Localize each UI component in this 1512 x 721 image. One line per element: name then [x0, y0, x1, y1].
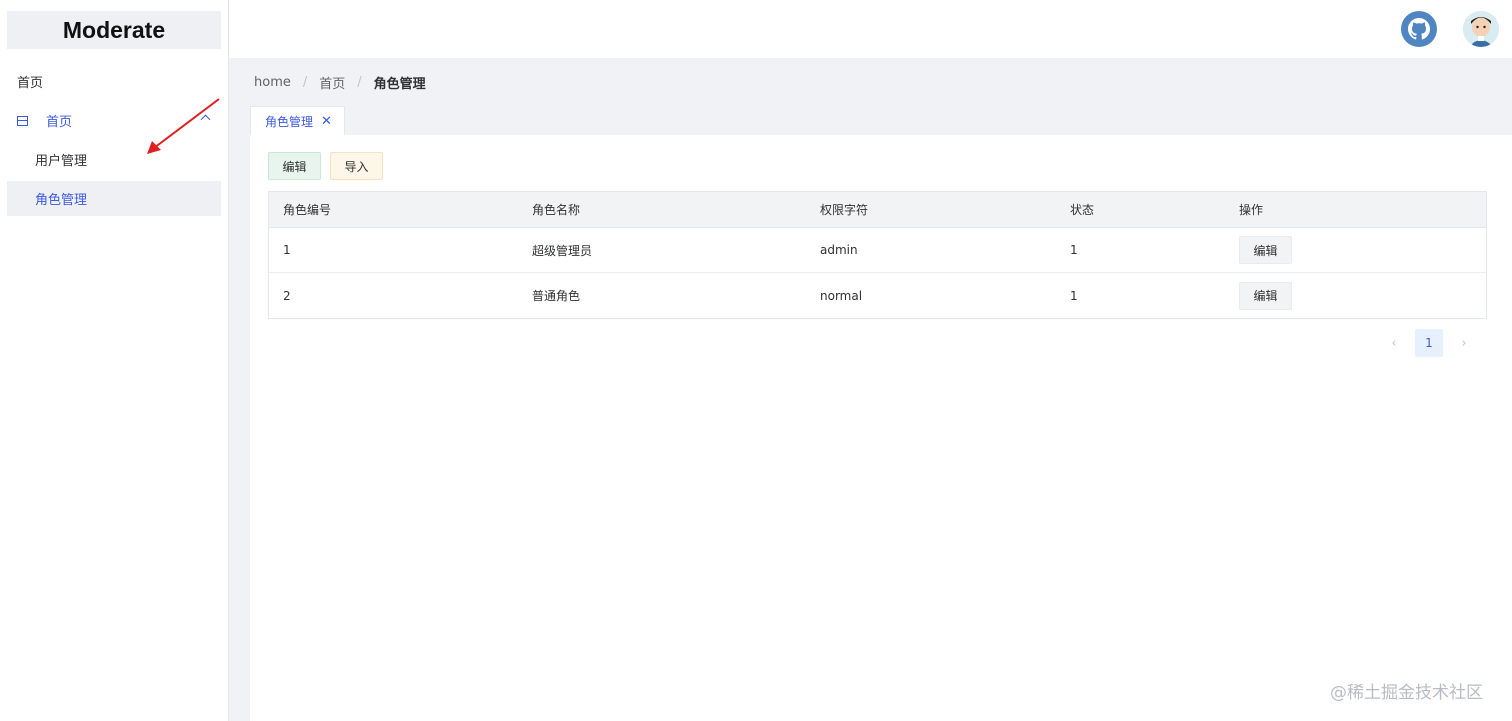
- breadcrumb-item-home[interactable]: home: [254, 75, 291, 90]
- cell-role-key: admin: [820, 243, 858, 257]
- breadcrumb-item-current: 角色管理: [373, 77, 426, 92]
- sidebar-item-label: 用户管理: [35, 154, 88, 169]
- column-header: 权限字符: [820, 203, 869, 217]
- edit-button[interactable]: 编辑: [268, 152, 321, 180]
- row-edit-button[interactable]: 编辑: [1239, 236, 1292, 264]
- tab-role-management[interactable]: 角色管理 ✕: [250, 106, 345, 135]
- sidebar-item-role-management[interactable]: 角色管理: [7, 181, 221, 216]
- breadcrumb-separator: /: [357, 75, 362, 90]
- close-icon[interactable]: ✕: [321, 114, 332, 129]
- column-header: 操作: [1239, 203, 1264, 217]
- sidebar-item-home[interactable]: 首页: [7, 64, 221, 99]
- column-header: 状态: [1070, 203, 1095, 217]
- top-header: [229, 0, 1512, 58]
- pagination: ‹ 1 ›: [1380, 329, 1478, 357]
- app: Moderate 首页 首页 用户管理 角色管理 home / 首页 / 角色管…: [0, 0, 1512, 721]
- main-content: home / 首页 / 角色管理 角色管理 ✕ 编辑 导入 角色编号 角色名称 …: [229, 58, 1512, 721]
- sidebar-item-label: 角色管理: [35, 193, 88, 208]
- cell-role-id: 2: [283, 288, 291, 303]
- breadcrumb: home / 首页 / 角色管理: [254, 73, 426, 92]
- table-row: 2 普通角色 normal 1 编辑: [269, 273, 1486, 318]
- cell-role-name: 超级管理员: [532, 243, 593, 258]
- column-header: 角色名称: [532, 203, 581, 217]
- cell-role-key: normal: [820, 288, 863, 303]
- row-edit-button[interactable]: 编辑: [1239, 281, 1292, 310]
- cell-role-id: 1: [283, 243, 291, 257]
- cell-role-name: 普通角色: [532, 289, 581, 303]
- next-page-icon[interactable]: ›: [1450, 329, 1478, 357]
- github-icon[interactable]: [1401, 11, 1437, 47]
- breadcrumb-separator: /: [302, 75, 308, 90]
- table-header: 角色编号 角色名称 权限字符 状态 操作: [269, 192, 1486, 228]
- sidebar-group-label: 首页: [46, 115, 73, 130]
- sidebar-item-label: 首页: [17, 76, 44, 91]
- menu-icon: [17, 115, 28, 126]
- avatar[interactable]: [1463, 11, 1499, 47]
- cell-role-status: 1: [1070, 288, 1078, 303]
- table-row: 1 超级管理员 admin 1 编辑: [269, 228, 1486, 273]
- breadcrumb-item-index[interactable]: 首页: [319, 73, 345, 92]
- page-number[interactable]: 1: [1415, 329, 1443, 357]
- annotation-arrow: [147, 98, 220, 154]
- watermark: @稀土掘金技术社区: [1330, 683, 1483, 703]
- cell-role-status: 1: [1070, 243, 1078, 257]
- content-panel: 编辑 导入 角色编号 角色名称 权限字符 状态 操作 1 超级管理员 admin…: [250, 135, 1512, 721]
- prev-page-icon[interactable]: ‹: [1380, 329, 1408, 357]
- roles-table: 角色编号 角色名称 权限字符 状态 操作 1 超级管理员 admin 1 编辑 …: [268, 191, 1487, 319]
- import-button[interactable]: 导入: [330, 152, 383, 180]
- tab-label: 角色管理: [265, 114, 314, 129]
- column-header: 角色编号: [283, 203, 332, 217]
- app-logo[interactable]: Moderate: [7, 11, 221, 49]
- sidebar: Moderate 首页 首页 用户管理 角色管理: [0, 0, 229, 721]
